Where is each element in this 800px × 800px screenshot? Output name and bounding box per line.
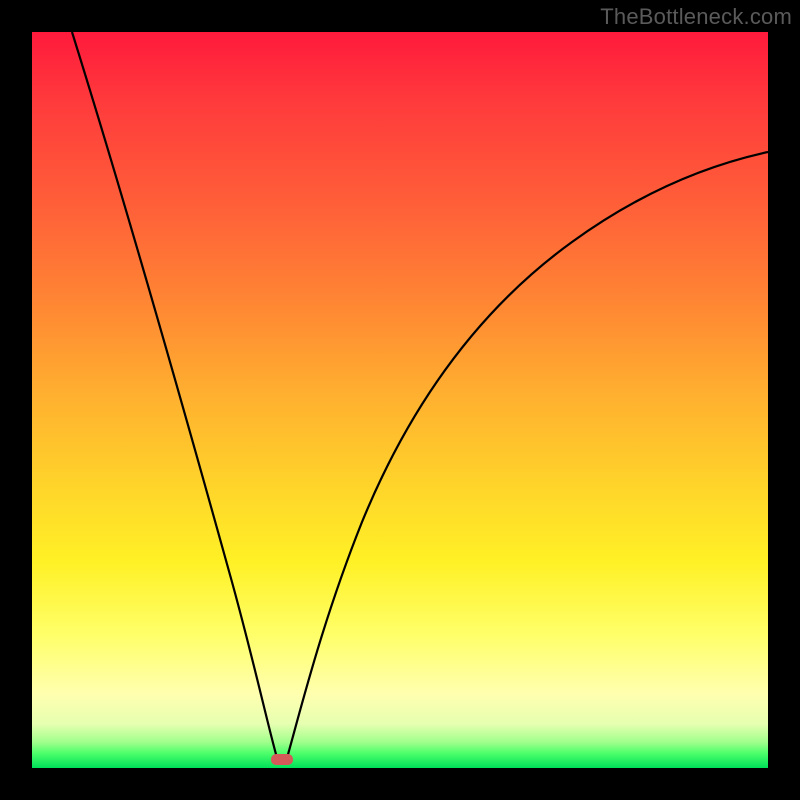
plot-area bbox=[32, 32, 768, 768]
chart-frame: TheBottleneck.com bbox=[0, 0, 800, 800]
bottleneck-curve-left bbox=[72, 32, 277, 758]
min-marker bbox=[271, 754, 293, 765]
bottleneck-curve-right bbox=[287, 152, 768, 758]
watermark-text: TheBottleneck.com bbox=[600, 4, 792, 30]
curve-svg bbox=[32, 32, 768, 768]
